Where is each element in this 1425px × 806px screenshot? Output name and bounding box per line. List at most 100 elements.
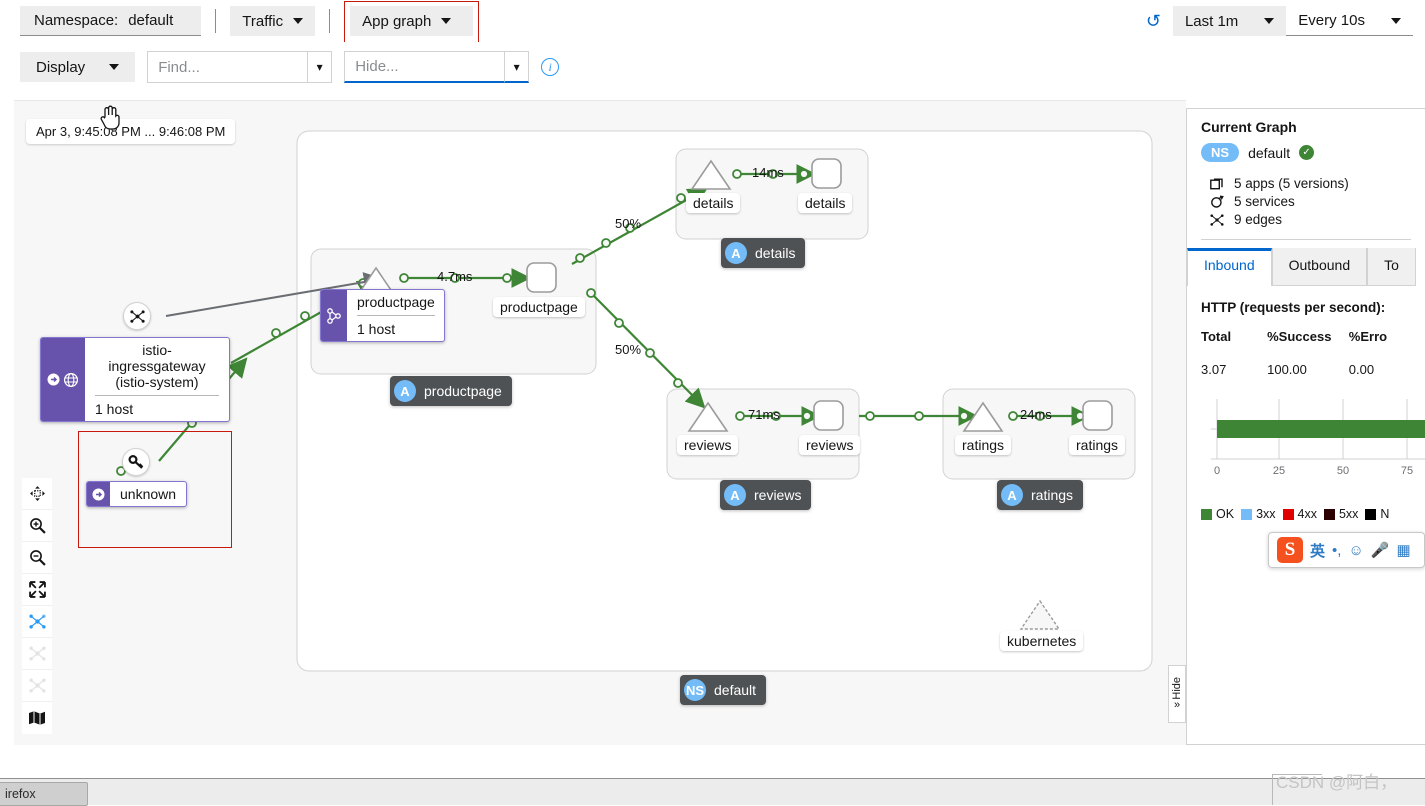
ime-mode-label[interactable]: 英	[1310, 540, 1325, 561]
topology-icon[interactable]	[123, 302, 151, 330]
tab-outbound[interactable]: Outbound	[1271, 248, 1368, 286]
namespace-badge-default[interactable]: NS default	[680, 675, 767, 705]
group-badge-productpage[interactable]: A productpage	[390, 376, 512, 406]
group-badge-ratings[interactable]: A ratings	[997, 480, 1084, 510]
node-kind-icons	[87, 482, 110, 506]
legend-label-5xx: 5xx	[1338, 507, 1359, 521]
node-unknown[interactable]: unknown	[86, 481, 188, 507]
group-badge-details[interactable]: A details	[721, 238, 806, 268]
sogou-logo-icon[interactable]: S	[1277, 537, 1303, 563]
legend-tool[interactable]	[22, 702, 52, 734]
tab-total[interactable]: To	[1367, 248, 1416, 286]
legend-item-na: N	[1365, 507, 1389, 521]
node-label-ratings-workload[interactable]: ratings	[955, 435, 1012, 455]
stat-apps: 5 apps (5 versions)	[1209, 176, 1411, 191]
ime-toolbar[interactable]: S 英 •, ☺ 🎤 ▦	[1268, 532, 1425, 568]
tab-inbound[interactable]: Inbound	[1187, 248, 1272, 286]
taskbar-item-firefox[interactable]: irefox	[0, 782, 88, 806]
divider	[357, 315, 435, 317]
stat-services-text: 5 services	[1234, 194, 1295, 209]
namespace-selector[interactable]: Namespace: default	[20, 6, 202, 36]
metrics-value-total: 3.07	[1201, 362, 1227, 377]
history-icon[interactable]: ↺	[1146, 11, 1161, 32]
node-istio-ingressgateway[interactable]: istio-ingressgateway (istio-system) 1 ho…	[40, 337, 230, 423]
traffic-dropdown[interactable]: Traffic	[230, 6, 316, 36]
node-label-details-workload[interactable]: details	[686, 193, 741, 213]
node-label-ratings-service[interactable]: ratings	[1069, 435, 1126, 455]
microphone-icon[interactable]: 🎤	[1371, 541, 1390, 559]
topology-glyph	[129, 309, 145, 323]
os-taskbar: irefox	[0, 778, 1425, 806]
legend-swatch-3xx	[1241, 508, 1253, 520]
stat-edges-text: 9 edges	[1234, 212, 1283, 227]
zoom-in-tool[interactable]	[22, 510, 52, 542]
node-label-details-service[interactable]: details	[798, 193, 853, 213]
node-detail-sub: 1 host	[95, 401, 134, 418]
key-glyph	[128, 454, 144, 469]
layout-cola-tool[interactable]	[22, 638, 52, 670]
side-panel-hide-toggle[interactable]: Hide »	[1168, 665, 1186, 723]
find-input[interactable]	[147, 51, 308, 83]
watermark-text: CSDN @阿白，	[1276, 773, 1398, 792]
http-metrics-title: HTTP (requests per second):	[1201, 300, 1386, 315]
layout-cose-tool[interactable]	[22, 670, 52, 702]
node-label-productpage-service[interactable]: productpage	[493, 297, 585, 317]
smiley-icon[interactable]: ☺	[1348, 542, 1363, 559]
edge-label-details-latency: 14ms	[752, 165, 784, 180]
pan-tool[interactable]	[22, 478, 52, 510]
hide-dropdown-toggle[interactable]: ▾	[504, 51, 530, 83]
node-label-reviews-workload[interactable]: reviews	[677, 435, 739, 455]
legend-label-na: N	[1380, 507, 1390, 521]
stat-edges: 9 edges	[1209, 212, 1411, 227]
chevron-down-icon	[293, 18, 304, 24]
current-graph-panel: Current Graph NS default ✓ 5 apps (5 ver…	[1186, 108, 1425, 745]
find-dropdown-toggle[interactable]: ▾	[307, 51, 333, 83]
node-label-kubernetes-service[interactable]: kubernetes	[1000, 631, 1084, 651]
namespace-value: default	[128, 12, 174, 29]
time-range-dropdown[interactable]: Last 1m	[1172, 6, 1287, 36]
metrics-value-error: 0.00	[1348, 362, 1375, 377]
punctuation-icon[interactable]: •,	[1332, 542, 1341, 559]
info-icon[interactable]: i	[541, 58, 560, 76]
display-dropdown[interactable]: Display	[20, 52, 136, 82]
stat-apps-text: 5 apps (5 versions)	[1234, 176, 1349, 191]
metrics-header-success: %Success	[1267, 329, 1332, 344]
find-combo[interactable]: ▾	[147, 51, 333, 83]
node-label-reviews-service[interactable]: reviews	[799, 435, 861, 455]
layout-dagre-tool[interactable]	[22, 606, 52, 638]
panel-tabs: Inbound Outbound To	[1187, 248, 1425, 286]
mouse-cursor-pointer	[100, 105, 120, 130]
arrow-right-circle-icon	[92, 488, 105, 500]
metrics-value-success: 100.00	[1267, 362, 1307, 377]
hide-input[interactable]	[344, 51, 505, 83]
graph-type-label: App graph	[362, 12, 432, 30]
metrics-header-row: Total %Success %Erro	[1201, 329, 1411, 344]
graph-type-dropdown[interactable]: App graph	[350, 6, 474, 36]
more-icon[interactable]: ▦	[1396, 541, 1410, 559]
hide-combo[interactable]: ▾	[344, 51, 530, 83]
group-badge-label: ratings	[1031, 487, 1074, 503]
map-icon	[29, 711, 45, 725]
refresh-interval-dropdown[interactable]: Every 10s	[1286, 6, 1413, 36]
node-detail-title: istio-ingressgateway	[108, 342, 206, 375]
xtick-75: 75	[1401, 465, 1413, 477]
fit-to-screen-tool[interactable]	[22, 574, 52, 606]
arrows-move-icon	[29, 486, 45, 501]
topology-icon	[28, 678, 46, 693]
namespace-icon: NS	[684, 679, 706, 701]
node-detail-content: unknown	[110, 482, 186, 506]
graph-tools-strip	[22, 478, 52, 734]
top-toolbar: Namespace: default Traffic App graph ↺ L…	[0, 0, 1425, 51]
key-icon[interactable]	[122, 448, 150, 476]
group-badge-reviews[interactable]: A reviews	[720, 480, 812, 510]
legend-swatch-na	[1365, 508, 1377, 520]
zoom-out-tool[interactable]	[22, 542, 52, 574]
node-productpage-detail-box[interactable]: productpage 1 host	[320, 289, 445, 343]
chevron-double-right-icon: »	[1173, 699, 1181, 712]
panel-title: Current Graph	[1201, 119, 1297, 135]
metrics-header-total: Total	[1201, 329, 1232, 344]
edges-icon	[1209, 213, 1225, 227]
topology-graph-canvas[interactable]: Apr 3, 9:45:08 PM ... 9:46:08 PM details…	[14, 100, 1186, 745]
namespace-name: default	[1248, 144, 1291, 161]
xtick-0: 0	[1214, 465, 1220, 477]
